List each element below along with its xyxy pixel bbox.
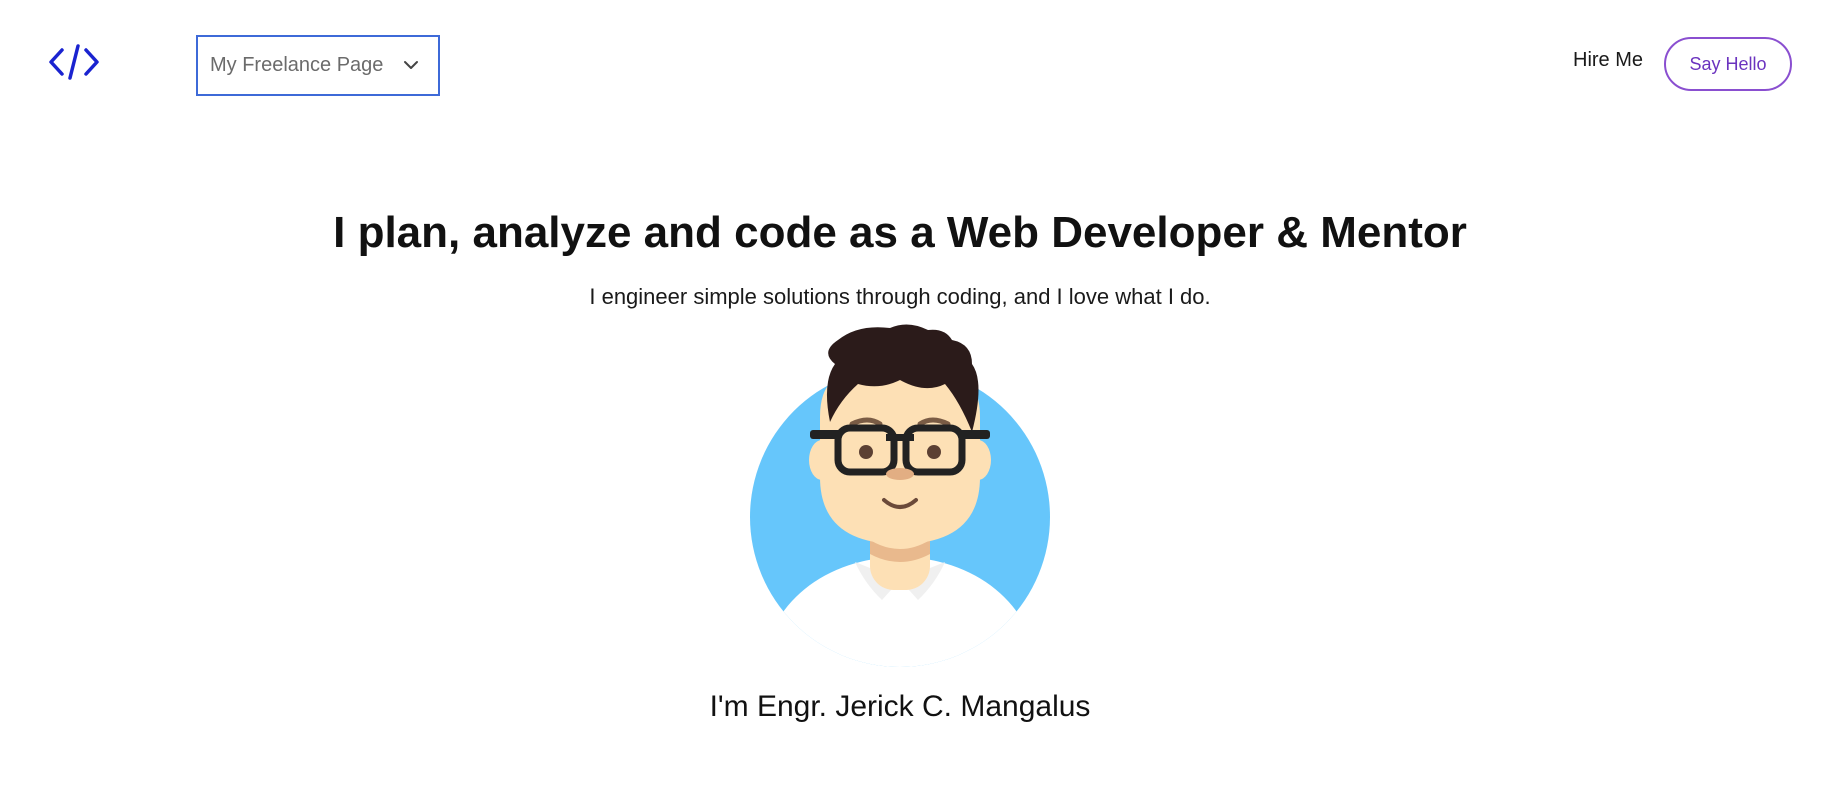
page-select-dropdown[interactable]: My Freelance Page <box>196 35 440 96</box>
developer-name: I'm Engr. Jerick C. Mangalus <box>709 690 1091 723</box>
say-hello-button[interactable]: Say Hello <box>1664 37 1792 91</box>
logo-code-icon[interactable] <box>48 40 100 84</box>
hero-title: I plan, analyze and code as a Web Develo… <box>333 208 1467 257</box>
chevron-down-icon <box>402 56 420 74</box>
developer-avatar-illustration <box>740 322 1060 672</box>
hire-me-link[interactable]: Hire Me <box>1573 49 1643 72</box>
hero-subtitle: I engineer simple solutions through codi… <box>589 284 1211 309</box>
page-select-value: My Freelance Page <box>210 54 384 76</box>
